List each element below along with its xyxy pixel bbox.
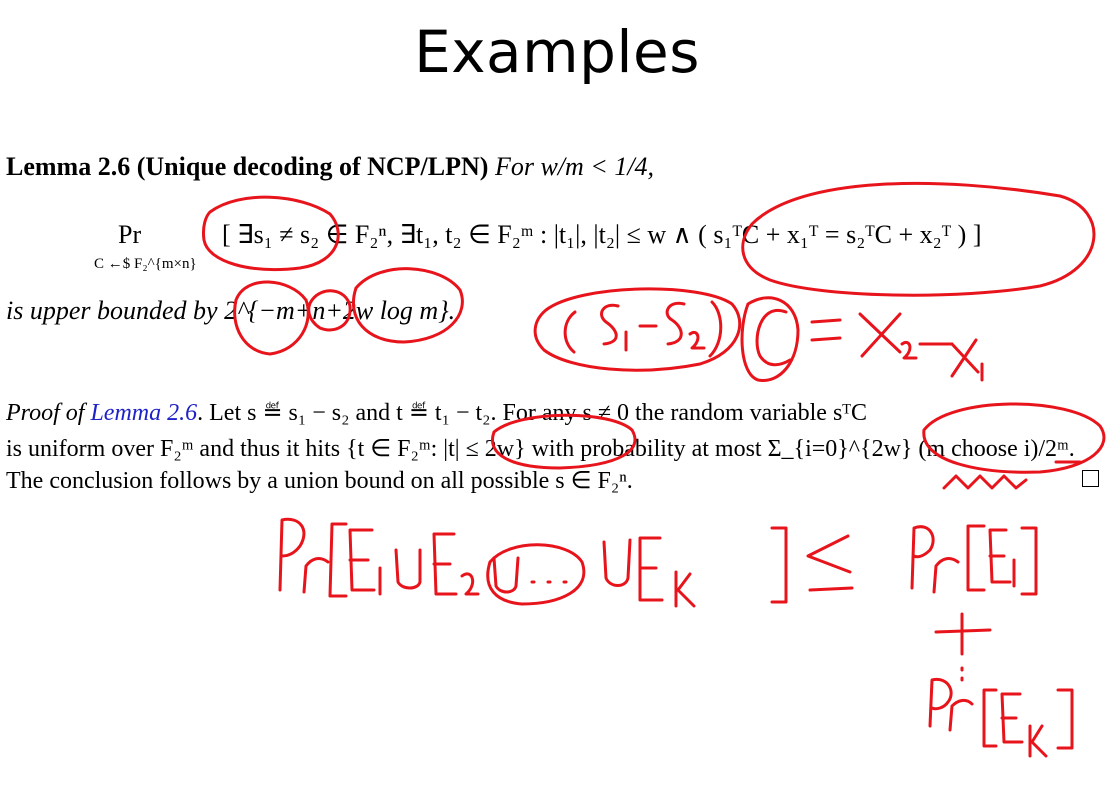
ink-pr-bottom-r	[948, 698, 974, 732]
ink-pr-left-P	[278, 517, 306, 592]
ink-subscript-x2	[900, 341, 918, 360]
ink-sub-Ek	[674, 570, 696, 608]
ink-pr-bottom-P	[928, 677, 953, 728]
ink-letter-c	[755, 308, 792, 367]
ink-circle-exp-m	[233, 280, 310, 356]
ink-circle-t-weight	[491, 413, 637, 470]
ink-bracket-r2-left	[966, 524, 986, 592]
ink-letter-E1	[348, 528, 376, 592]
ink-letter-E1b	[988, 528, 1012, 584]
ink-union-3	[602, 538, 632, 587]
ink-leq	[806, 534, 854, 592]
ink-pr-left-r	[302, 557, 330, 594]
ink-bracket-b-left	[982, 688, 998, 748]
ink-letter-Ek	[638, 536, 664, 602]
ink-close-paren	[708, 300, 723, 358]
ink-letter-x1	[950, 338, 980, 378]
ink-equals-top	[810, 318, 842, 324]
ink-union-1	[394, 548, 422, 590]
ink-bracket-right	[770, 526, 788, 604]
ink-zigzag	[942, 474, 1028, 490]
ink-bracket-b-right	[1056, 688, 1074, 750]
ink-letter-Ek-b	[1000, 692, 1024, 744]
ink-bubble-c	[740, 296, 800, 382]
ink-subscript-2a	[688, 331, 706, 350]
ink-circle-dots	[486, 543, 586, 606]
ink-union-2	[492, 556, 520, 594]
ink-bracket-r2-right	[1020, 526, 1038, 596]
ink-sub-E2	[460, 572, 480, 596]
ink-circle-consistency	[741, 181, 1096, 297]
ink-letter-x2	[858, 312, 902, 358]
ink-pr-right-P	[910, 525, 935, 590]
ink-open-paren	[563, 310, 577, 354]
ink-circle-exp-log	[351, 267, 464, 344]
ink-letter-s1	[600, 303, 620, 346]
ink-bracket-left	[328, 522, 348, 598]
handwritten-annotations	[202, 181, 1106, 758]
ink-plus	[934, 612, 992, 656]
ink-sub-Ek-b	[1028, 724, 1048, 758]
ink-equals-bottom	[810, 336, 842, 342]
ink-circle-exp-n	[307, 289, 352, 332]
ink-circle-s1-s2	[202, 195, 340, 272]
ink-pr-right-r	[932, 557, 960, 594]
ink-letter-s2	[665, 301, 686, 346]
ink-letter-E2	[432, 532, 458, 596]
